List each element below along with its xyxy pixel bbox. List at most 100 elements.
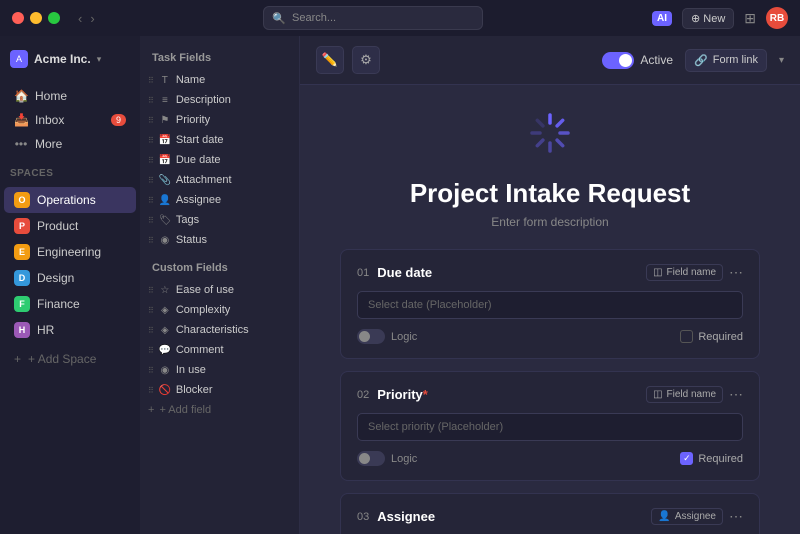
- logic-toggle-02[interactable]: Logic: [357, 451, 417, 466]
- field-name-03: Assignee: [377, 509, 435, 524]
- home-icon: 🏠: [14, 89, 28, 103]
- field-name-badge-02[interactable]: ◫ Field name: [646, 386, 723, 403]
- task-fields-title: Task Fields: [140, 48, 299, 70]
- field-card-actions-02: ◫ Field name ⋯: [646, 386, 743, 403]
- active-toggle[interactable]: Active: [602, 52, 673, 69]
- add-space-label: + Add Space: [28, 352, 96, 366]
- workspace-header[interactable]: A Acme Inc. ▾: [0, 46, 140, 72]
- search-box[interactable]: 🔍 Search...: [263, 6, 483, 30]
- field-number-03: 03: [357, 511, 369, 523]
- sidebar-item-home[interactable]: 🏠 Home: [4, 84, 136, 108]
- add-space-button[interactable]: + + Add Space: [4, 347, 136, 371]
- due-date-field-label: Due date: [176, 154, 221, 166]
- sidebar-item-design[interactable]: D Design: [4, 265, 136, 291]
- grid-icon[interactable]: ⊞: [744, 10, 756, 27]
- main-content: ✏️ ⚙ Active 🔗 Form link ▾: [300, 36, 800, 534]
- field-comment[interactable]: ⠿ 💬 Comment: [140, 340, 299, 360]
- maximize-dot[interactable]: [48, 12, 60, 24]
- field-ease-of-use[interactable]: ⠿ ☆ Ease of use: [140, 280, 299, 300]
- drag-handle-icon: ⠿: [148, 116, 154, 125]
- field-assignee[interactable]: ⠿ 👤 Assignee: [140, 190, 299, 210]
- toggle-off-01[interactable]: [357, 329, 385, 344]
- field-blocker[interactable]: ⠿ 🚫 Blocker: [140, 380, 299, 400]
- field-name-badge-01[interactable]: ◫ Field name: [646, 264, 723, 281]
- drag-handle-icon: ⠿: [148, 76, 154, 85]
- sidebar-item-hr[interactable]: H HR: [4, 317, 136, 343]
- field-card-actions-03: 👤 Assignee ⋯: [651, 508, 743, 525]
- field-attachment[interactable]: ⠿ 📎 Attachment: [140, 170, 299, 190]
- form-field-card-01: 01 Due date ◫ Field name ⋯ Select date (…: [340, 249, 760, 359]
- settings-button[interactable]: ⚙: [352, 46, 380, 74]
- logic-toggle-01[interactable]: Logic: [357, 329, 417, 344]
- field-footer-02: Logic ✓ Required: [357, 451, 743, 466]
- ai-badge[interactable]: AI: [652, 11, 672, 26]
- characteristics-field-label: Characteristics: [176, 324, 249, 336]
- field-priority[interactable]: ⠿ ⚑ Priority: [140, 110, 299, 130]
- required-checkbox-01[interactable]: [680, 330, 693, 343]
- operations-space-icon: O: [14, 192, 30, 208]
- drag-handle-icon: ⠿: [148, 196, 154, 205]
- field-name-02: Priority*: [377, 387, 428, 402]
- form-link-button[interactable]: 🔗 Form link: [685, 49, 767, 72]
- titlebar: ‹ › 🔍 Search... AI ⊕ New ⊞ RB: [0, 0, 800, 36]
- edit-button[interactable]: ✏️: [316, 46, 344, 74]
- sidebar-item-inbox[interactable]: 📥 Inbox 9: [4, 108, 136, 132]
- priority-field-icon: ⚑: [159, 115, 171, 126]
- sidebar-item-engineering[interactable]: E Engineering: [4, 239, 136, 265]
- field-card-header-03: 03 Assignee 👤 Assignee ⋯: [357, 508, 743, 525]
- field-card-header-02: 02 Priority* ◫ Field name ⋯: [357, 386, 743, 403]
- field-description[interactable]: ⠿ ≡ Description: [140, 90, 299, 110]
- tags-field-label: Tags: [176, 214, 199, 226]
- drag-handle-icon: ⠿: [148, 176, 154, 185]
- form-title: Project Intake Request: [410, 178, 690, 209]
- sidebar-item-product[interactable]: P Product: [4, 213, 136, 239]
- field-start-date[interactable]: ⠿ 📅 Start date: [140, 130, 299, 150]
- minimize-dot[interactable]: [30, 12, 42, 24]
- attachment-field-label: Attachment: [176, 174, 232, 186]
- field-menu-02[interactable]: ⋯: [729, 386, 743, 403]
- field-menu-03[interactable]: ⋯: [729, 508, 743, 525]
- name-field-icon: T: [159, 75, 171, 86]
- toggle-off-knob: [359, 331, 370, 342]
- assignee-icon: 👤: [658, 511, 670, 522]
- field-placeholder-01[interactable]: Select date (Placeholder): [357, 291, 743, 319]
- description-field-icon: ≡: [159, 95, 171, 106]
- field-in-use[interactable]: ⠿ ◉ In use: [140, 360, 299, 380]
- form-field-card-03: 03 Assignee 👤 Assignee ⋯: [340, 493, 760, 534]
- back-arrow[interactable]: ‹: [78, 11, 82, 26]
- field-tags[interactable]: ⠿ 🏷 Tags: [140, 210, 299, 230]
- assignee-badge-label: Assignee: [675, 511, 716, 522]
- complexity-field-icon: ◈: [159, 305, 171, 316]
- status-field-icon: ◉: [159, 235, 171, 246]
- field-placeholder-02[interactable]: Select priority (Placeholder): [357, 413, 743, 441]
- inbox-badge: 9: [111, 114, 126, 126]
- field-characteristics[interactable]: ⠿ ◈ Characteristics: [140, 320, 299, 340]
- assignee-field-label: Assignee: [176, 194, 221, 206]
- new-button[interactable]: ⊕ New: [682, 8, 734, 29]
- required-check-01[interactable]: Required: [680, 330, 743, 343]
- sidebar-item-more[interactable]: ••• More: [4, 132, 136, 156]
- add-field-button[interactable]: + + Add field: [140, 400, 299, 420]
- chevron-down-icon[interactable]: ▾: [779, 55, 784, 66]
- required-checkbox-02[interactable]: ✓: [680, 452, 693, 465]
- user-avatar[interactable]: RB: [766, 7, 788, 29]
- sidebar-item-operations[interactable]: O Operations: [4, 187, 136, 213]
- tags-field-icon: 🏷: [159, 215, 171, 226]
- assignee-badge[interactable]: 👤 Assignee: [651, 508, 723, 525]
- sidebar-item-finance[interactable]: F Finance: [4, 291, 136, 317]
- add-field-label: + Add field: [159, 404, 211, 416]
- field-name[interactable]: ⠿ T Name: [140, 70, 299, 90]
- sidebar-home-label: Home: [35, 89, 67, 103]
- field-complexity[interactable]: ⠿ ◈ Complexity: [140, 300, 299, 320]
- close-dot[interactable]: [12, 12, 24, 24]
- field-menu-01[interactable]: ⋯: [729, 264, 743, 281]
- app-body: A Acme Inc. ▾ 🏠 Home 📥 Inbox 9 ••• More …: [0, 36, 800, 534]
- field-status[interactable]: ⠿ ◉ Status: [140, 230, 299, 250]
- toggle-switch[interactable]: [602, 52, 634, 69]
- field-due-date[interactable]: ⠿ 📅 Due date: [140, 150, 299, 170]
- blocker-field-label: Blocker: [176, 384, 213, 396]
- required-check-02[interactable]: ✓ Required: [680, 452, 743, 465]
- in-use-field-label: In use: [176, 364, 206, 376]
- toggle-off-02[interactable]: [357, 451, 385, 466]
- nav-arrows: ‹ ›: [78, 11, 95, 26]
